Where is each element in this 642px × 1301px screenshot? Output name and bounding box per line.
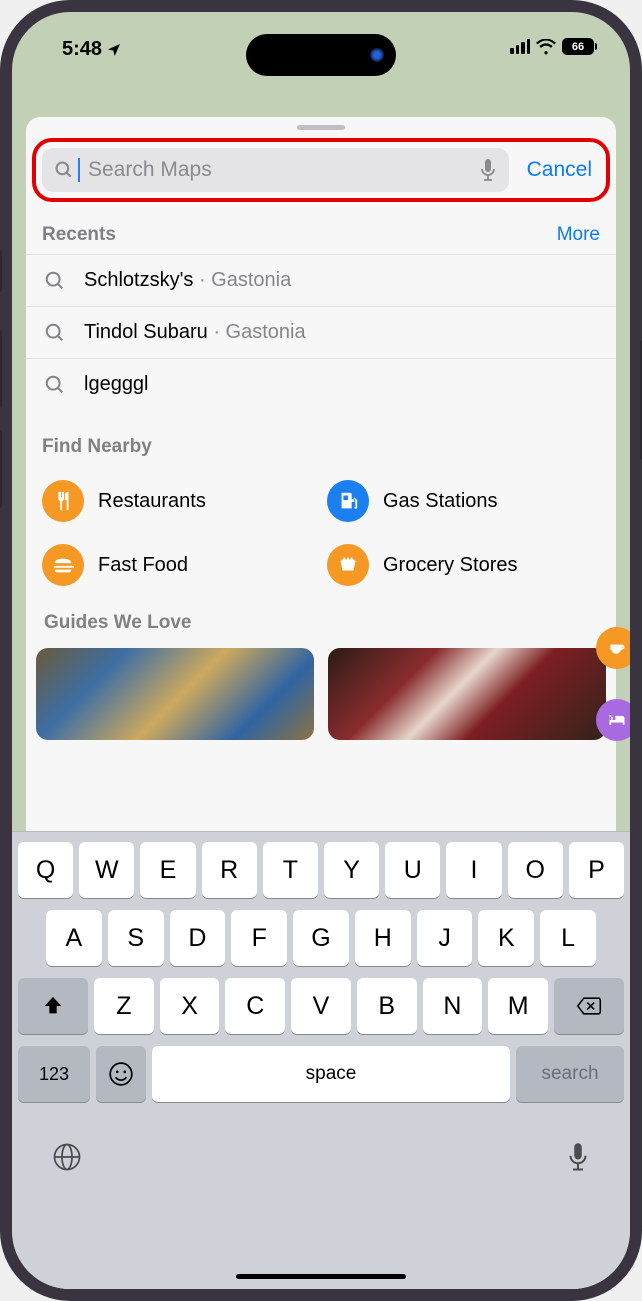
key-y[interactable]: Y (324, 842, 379, 898)
recent-sub: · Gastonia (208, 321, 306, 343)
search-key[interactable]: search (516, 1046, 624, 1102)
gas-icon (327, 480, 369, 522)
volume-down-button (0, 430, 2, 508)
nearby-label: Restaurants (98, 490, 206, 513)
recent-title: lgegggl (84, 373, 149, 395)
home-indicator[interactable] (236, 1274, 406, 1279)
nearby-label: Fast Food (98, 554, 188, 577)
recent-item[interactable]: Tindol Subaru · Gastonia (26, 306, 616, 358)
recent-title: Tindol Subaru (84, 321, 208, 343)
search-icon (44, 270, 66, 292)
emoji-key[interactable] (96, 1046, 146, 1102)
restaurant-icon (42, 480, 84, 522)
location-arrow-icon (106, 42, 122, 58)
key-o[interactable]: O (508, 842, 563, 898)
key-z[interactable]: Z (94, 978, 154, 1034)
screen: 5:48 66 (12, 12, 630, 1289)
recent-item[interactable]: lgegggl (26, 358, 616, 410)
dynamic-island (246, 34, 396, 76)
key-d[interactable]: D (170, 910, 226, 966)
search-icon (54, 160, 74, 180)
cancel-button[interactable]: Cancel (519, 152, 600, 188)
recents-title: Recents (42, 224, 116, 246)
key-j[interactable]: J (417, 910, 473, 966)
coffee-icon[interactable] (596, 627, 630, 669)
globe-key[interactable] (52, 1142, 82, 1177)
key-v[interactable]: V (291, 978, 351, 1034)
recent-sub: · Gastonia (193, 269, 291, 291)
battery-icon: 66 (562, 38, 594, 55)
key-x[interactable]: X (160, 978, 220, 1034)
fastfood-icon (42, 544, 84, 586)
nearby-categories: Restaurants Fast Food Gas Stations Groce… (26, 466, 616, 604)
dictation-key[interactable] (566, 1142, 590, 1177)
nearby-title: Find Nearby (42, 436, 152, 458)
key-u[interactable]: U (385, 842, 440, 898)
key-b[interactable]: B (357, 978, 417, 1034)
space-key[interactable]: space (152, 1046, 510, 1102)
camera-lens-icon (370, 48, 384, 62)
key-g[interactable]: G (293, 910, 349, 966)
search-icon (44, 374, 66, 396)
key-l[interactable]: L (540, 910, 596, 966)
nearby-header: Find Nearby (26, 410, 616, 466)
key-c[interactable]: C (225, 978, 285, 1034)
volume-up-button (0, 330, 2, 408)
key-m[interactable]: M (488, 978, 548, 1034)
key-a[interactable]: A (46, 910, 102, 966)
keyboard: QWERTYUIOP ASDFGHJKL ZXCVBNM 123 space s… (12, 831, 630, 1289)
status-time: 5:48 (62, 38, 102, 61)
search-input[interactable] (88, 158, 471, 182)
guides-header: Guides We Love (36, 604, 606, 648)
search-bar-annotation: Cancel (32, 138, 610, 202)
guide-card[interactable] (328, 648, 606, 740)
key-q[interactable]: Q (18, 842, 73, 898)
cellular-signal-icon (510, 39, 530, 54)
key-i[interactable]: I (446, 842, 501, 898)
recent-item[interactable]: Schlotzsky's · Gastonia (26, 254, 616, 306)
mute-switch (0, 250, 2, 292)
guide-card[interactable] (36, 648, 314, 740)
numbers-key[interactable]: 123 (18, 1046, 90, 1102)
key-f[interactable]: F (231, 910, 287, 966)
key-t[interactable]: T (263, 842, 318, 898)
hotel-icon[interactable] (596, 699, 630, 741)
grocery-icon (327, 544, 369, 586)
nearby-label: Gas Stations (383, 490, 498, 513)
backspace-key[interactable] (554, 978, 624, 1034)
key-r[interactable]: R (202, 842, 257, 898)
key-e[interactable]: E (140, 842, 195, 898)
key-w[interactable]: W (79, 842, 134, 898)
nearby-fastfood[interactable]: Fast Food (36, 544, 321, 586)
key-p[interactable]: P (569, 842, 624, 898)
key-k[interactable]: K (478, 910, 534, 966)
recents-more-button[interactable]: More (557, 224, 600, 246)
search-field-container[interactable] (42, 148, 509, 192)
nearby-restaurants[interactable]: Restaurants (36, 480, 321, 522)
dictation-icon[interactable] (479, 158, 497, 182)
key-h[interactable]: H (355, 910, 411, 966)
search-icon (44, 322, 66, 344)
nearby-label: Grocery Stores (383, 554, 517, 577)
recent-title: Schlotzsky's (84, 269, 193, 291)
nearby-overflow (596, 627, 630, 741)
shift-key[interactable] (18, 978, 88, 1034)
key-n[interactable]: N (423, 978, 483, 1034)
key-s[interactable]: S (108, 910, 164, 966)
guides-section: Guides We Love (26, 604, 616, 750)
text-cursor (78, 158, 80, 182)
nearby-gas[interactable]: Gas Stations (321, 480, 606, 522)
recents-header: Recents More (26, 212, 616, 254)
sheet-grabber[interactable] (297, 125, 345, 130)
wifi-icon (536, 39, 556, 55)
nearby-grocery[interactable]: Grocery Stores (321, 544, 606, 586)
phone-frame: 5:48 66 (0, 0, 642, 1301)
